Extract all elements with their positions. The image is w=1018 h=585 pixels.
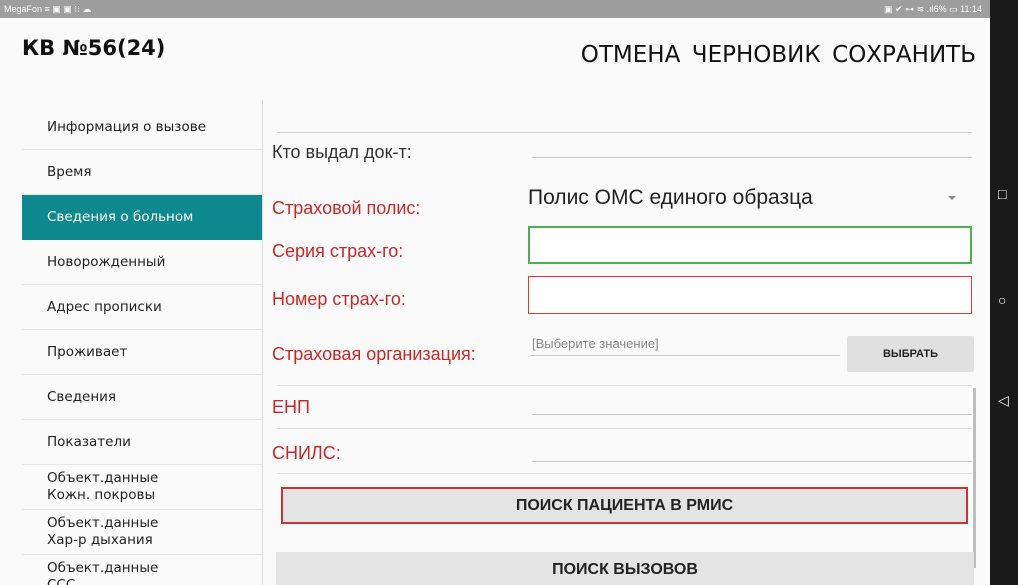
status-left: MegaFon ≡ ▣ ▣ ⁝⁝ ☁ — [4, 4, 92, 14]
status-bar: MegaFon ≡ ▣ ▣ ⁝⁝ ☁ ▣ ✔ ⊶ ≋ .ıl6% ▭ 11:14 — [0, 0, 990, 18]
cancel-button[interactable]: ОТМЕНА — [581, 42, 681, 68]
sidebar-item-patient-info[interactable]: Сведения о больном — [22, 195, 262, 240]
dropdown-arrow-icon[interactable] — [948, 196, 956, 200]
sidebar-item-call-info[interactable]: Информация о вызове — [22, 105, 262, 150]
sidebar-divider — [262, 100, 263, 585]
app-screen: MegaFon ≡ ▣ ▣ ⁝⁝ ☁ ▣ ✔ ⊶ ≋ .ıl6% ▭ 11:14… — [0, 0, 990, 585]
insurance-org-label: Страховая организация: — [272, 344, 476, 364]
status-right: ▣ ✔ ⊶ ≋ .ıl6% ▭ 11:14 — [884, 4, 982, 14]
enp-label: ЕНП — [272, 397, 310, 417]
series-input[interactable] — [528, 226, 972, 264]
issued-by-label: Кто выдал док-т: — [272, 142, 412, 162]
save-button[interactable]: СОХРАНИТЬ — [832, 42, 976, 68]
enp-input[interactable] — [532, 414, 972, 415]
snils-label: СНИЛС: — [272, 443, 341, 463]
policy-label: Страховой полис: — [272, 198, 421, 218]
insurance-org-underline — [530, 355, 840, 356]
scrollbar[interactable] — [973, 388, 976, 568]
back-triangle-icon[interactable]: ◁ — [998, 392, 1009, 409]
sidebar-item-time[interactable]: Время — [22, 150, 262, 195]
row-divider — [277, 385, 972, 386]
draft-button[interactable]: ЧЕРНОВИК — [692, 42, 821, 68]
number-input[interactable] — [528, 276, 972, 314]
choose-button[interactable]: ВЫБРАТЬ — [847, 336, 974, 372]
row-divider — [277, 473, 972, 474]
sidebar-item-details[interactable]: Сведения — [22, 375, 262, 420]
row-divider — [277, 428, 972, 429]
number-label: Номер страх-го: — [272, 289, 406, 309]
circle-icon[interactable]: ○ — [998, 292, 1006, 308]
android-navbar: □ ○ ◁ — [990, 0, 1018, 585]
sidebar-item-skin[interactable]: Объект.данные Кожн. покровы — [22, 465, 262, 510]
policy-select[interactable]: Полис ОМС единого образца — [528, 186, 813, 210]
sidebar-item-indicators[interactable]: Показатели — [22, 420, 262, 465]
series-label: Серия страх-го: — [272, 241, 404, 261]
sidebar-item-cardio[interactable]: Объект.данные ССС — [22, 555, 262, 585]
search-calls-button[interactable]: ПОИСК ВЫЗОВОВ — [276, 552, 974, 585]
sidebar-item-breathing[interactable]: Объект.данные Хар-р дыхания — [22, 510, 262, 555]
snils-input[interactable] — [532, 461, 972, 462]
search-patient-rmis-button[interactable]: ПОИСК ПАЦИЕНТА В РМИС — [281, 487, 968, 524]
sidebar-item-newborn[interactable]: Новорожденный — [22, 240, 262, 285]
issued-by-input[interactable] — [532, 157, 972, 158]
header-actions: ОТМЕНА ЧЕРНОВИК СОХРАНИТЬ — [574, 42, 976, 68]
square-icon[interactable]: □ — [998, 186, 1006, 202]
form-top-divider — [277, 132, 972, 133]
sidebar: Информация о вызове Время Сведения о бол… — [22, 105, 262, 585]
sidebar-item-registration-address[interactable]: Адрес прописки — [22, 285, 262, 330]
insurance-org-value[interactable]: [Выберите значение] — [532, 336, 659, 351]
sidebar-item-residence[interactable]: Проживает — [22, 330, 262, 375]
page-title: КВ №56(24) — [22, 36, 166, 60]
